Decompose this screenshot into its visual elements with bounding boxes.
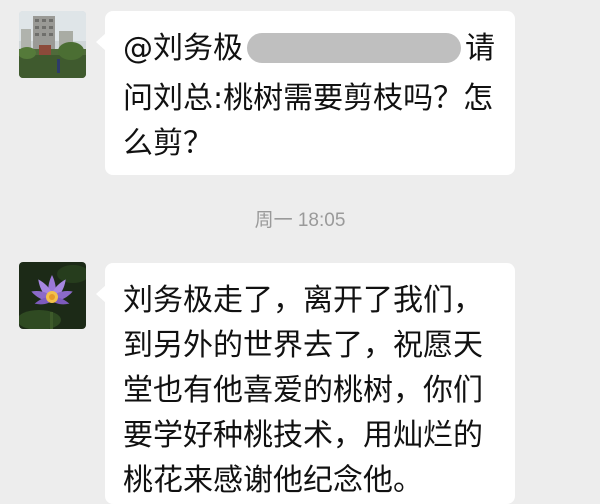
message-line: 要学好种桃技术，用灿烂的 xyxy=(123,418,483,453)
purple-lotus-avatar-icon xyxy=(19,262,86,329)
message-line: @刘务极 请 xyxy=(123,26,507,76)
message-bubble[interactable]: 刘务极走了，离开了我们， 到另外的世界去了，祝愿天 堂也有他喜爱的桃树，你们 要… xyxy=(96,263,515,504)
message-line: 刘务极走了，离开了我们， xyxy=(123,283,483,318)
message-line: 问刘总:桃树需要剪枝吗？怎 xyxy=(123,81,494,116)
message-timestamp: 周一 18:05 xyxy=(254,210,346,231)
message-line: 么剪？ xyxy=(123,126,213,161)
contact-avatar[interactable] xyxy=(19,11,86,78)
message-fragment: 请 xyxy=(465,31,495,66)
message-line: 桃花来感谢他纪念他。 xyxy=(123,463,423,498)
message-text: 刘务极走了，离开了我们， 到另外的世界去了，祝愿天 堂也有他喜爱的桃树，你们 要… xyxy=(123,278,507,503)
contact-avatar[interactable] xyxy=(19,262,86,329)
redacted-mark xyxy=(247,33,461,63)
message-line: 堂也有他喜爱的桃树，你们 xyxy=(123,373,483,408)
message-line: 到另外的世界去了，祝愿天 xyxy=(123,328,483,363)
message-text: @刘务极 请 问刘总:桃树需要剪枝吗？怎 么剪？ xyxy=(123,26,507,166)
mention-text[interactable]: @刘务极 xyxy=(123,31,243,66)
chat-window: @刘务极 请 问刘总:桃树需要剪枝吗？怎 么剪？ 周一 18:05 刘务极走了，离… xyxy=(0,0,600,504)
message-bubble[interactable]: @刘务极 请 问刘总:桃树需要剪枝吗？怎 么剪？ xyxy=(96,11,515,175)
building-photo-avatar-icon xyxy=(19,11,86,78)
